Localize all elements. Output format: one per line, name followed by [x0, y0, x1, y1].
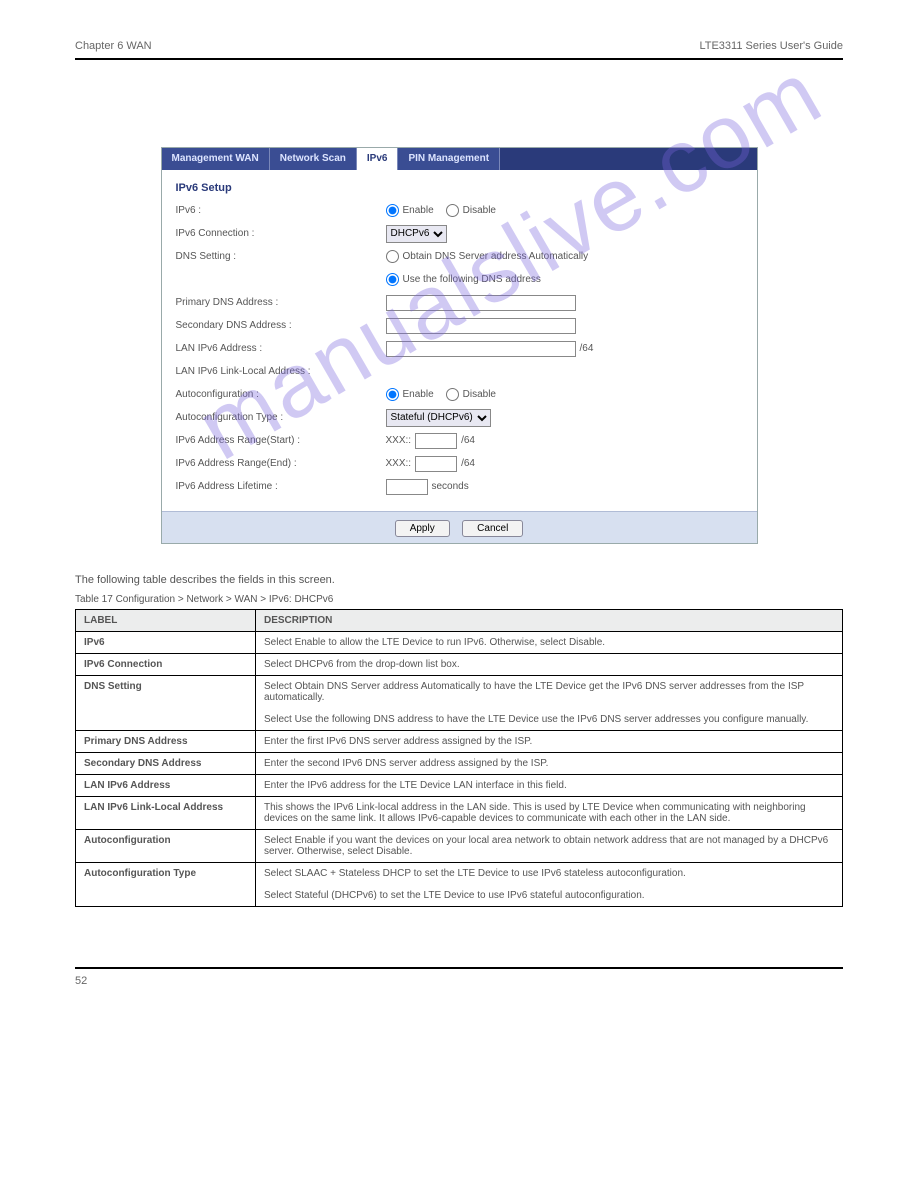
- table-row: Primary DNS AddressEnter the first IPv6 …: [76, 730, 843, 752]
- th-description: DESCRIPTION: [256, 609, 843, 631]
- lifetime-input[interactable]: [386, 479, 428, 495]
- pdns-label: Primary DNS Address :: [176, 297, 386, 308]
- table-cell-desc: Select DHCPv6 from the drop-down list bo…: [256, 653, 843, 675]
- config-panel: Management WAN Network Scan IPv6 PIN Man…: [161, 147, 758, 544]
- ipv6-label: IPv6 :: [176, 205, 386, 216]
- table-cell-desc: Select Enable to allow the LTE Device to…: [256, 631, 843, 653]
- enable-text: Enable: [403, 205, 434, 216]
- tab-pin-management[interactable]: PIN Management: [398, 148, 500, 170]
- page-header: Chapter 6 WAN LTE3311 Series User's Guid…: [75, 30, 843, 60]
- table-cell-desc: Enter the IPv6 address for the LTE Devic…: [256, 774, 843, 796]
- table-title: Table 17 Configuration > Network > WAN >…: [75, 594, 843, 605]
- dns-manual-text: Use the following DNS address: [403, 274, 541, 285]
- auto-label: Autoconfiguration :: [176, 389, 386, 400]
- table-cell-label: Secondary DNS Address: [76, 752, 256, 774]
- lan-suffix: /64: [580, 343, 594, 354]
- primary-dns-input[interactable]: [386, 295, 576, 311]
- disable-text: Disable: [463, 205, 496, 216]
- table-row: LAN IPv6 Link-Local AddressThis shows th…: [76, 796, 843, 829]
- dns-label: DNS Setting :: [176, 251, 386, 262]
- th-label: LABEL: [76, 609, 256, 631]
- autoconfig-enable-radio[interactable]: [386, 388, 399, 401]
- cancel-button[interactable]: Cancel: [462, 520, 523, 537]
- autoconfig-type-select[interactable]: Stateful (DHCPv6): [386, 409, 491, 427]
- lan-ipv6-input[interactable]: [386, 341, 576, 357]
- header-right: LTE3311 Series User's Guide: [699, 40, 843, 52]
- table-cell-desc: Select SLAAC + Stateless DHCP to set the…: [256, 862, 843, 906]
- table-cell-label: LAN IPv6 Link-Local Address: [76, 796, 256, 829]
- table-row: AutoconfigurationSelect Enable if you wa…: [76, 829, 843, 862]
- panel-body: IPv6 Setup IPv6 : Enable Disable IPv6 Co…: [162, 170, 757, 511]
- xxx-prefix-end: XXX::: [386, 458, 412, 469]
- autoconfig-disable-radio[interactable]: [446, 388, 459, 401]
- table-cell-label: IPv6 Connection: [76, 653, 256, 675]
- intro-text: DHCPv6 allows the LTE Device to obtain a…: [75, 100, 843, 117]
- range-start-input[interactable]: [415, 433, 457, 449]
- lifetime-label: IPv6 Address Lifetime :: [176, 481, 386, 492]
- table-cell-desc: Select Enable if you want the devices on…: [256, 829, 843, 862]
- lan-label: LAN IPv6 Address :: [176, 343, 386, 354]
- table-cell-desc: Enter the first IPv6 DNS server address …: [256, 730, 843, 752]
- sdns-label: Secondary DNS Address :: [176, 320, 386, 331]
- ipv6-connection-select[interactable]: DHCPv6: [386, 225, 447, 243]
- table-cell-desc: Select Obtain DNS Server address Automat…: [256, 675, 843, 730]
- range-end-input[interactable]: [415, 456, 457, 472]
- table-row: IPv6 ConnectionSelect DHCPv6 from the dr…: [76, 653, 843, 675]
- section-title: IPv6 Setup: [176, 182, 743, 194]
- table-cell-label: LAN IPv6 Address: [76, 774, 256, 796]
- table-cell-desc: Enter the second IPv6 DNS server address…: [256, 752, 843, 774]
- table-cell-desc: This shows the IPv6 Link-local address i…: [256, 796, 843, 829]
- ipv6-disable-radio[interactable]: [446, 204, 459, 217]
- table-row: Secondary DNS AddressEnter the second IP…: [76, 752, 843, 774]
- table-row: DNS SettingSelect Obtain DNS Server addr…: [76, 675, 843, 730]
- header-left: Chapter 6 WAN: [75, 40, 152, 52]
- range-end-label: IPv6 Address Range(End) :: [176, 458, 386, 469]
- dns-auto-text: Obtain DNS Server address Automatically: [403, 251, 589, 262]
- page-footer: 52: [75, 967, 843, 1007]
- description-table: LABEL DESCRIPTION IPv6Select Enable to a…: [75, 609, 843, 907]
- table-cell-label: Primary DNS Address: [76, 730, 256, 752]
- range-start-label: IPv6 Address Range(Start) :: [176, 435, 386, 446]
- tab-network-scan[interactable]: Network Scan: [270, 148, 357, 170]
- autotype-label: Autoconfiguration Type :: [176, 412, 386, 423]
- secondary-dns-input[interactable]: [386, 318, 576, 334]
- table-row: IPv6Select Enable to allow the LTE Devic…: [76, 631, 843, 653]
- seconds-text: seconds: [432, 481, 469, 492]
- table-cell-label: DNS Setting: [76, 675, 256, 730]
- lanll-label: LAN IPv6 Link-Local Address :: [176, 366, 386, 377]
- table-cell-label: Autoconfiguration Type: [76, 862, 256, 906]
- tab-ipv6[interactable]: IPv6: [357, 148, 399, 170]
- button-bar: Apply Cancel: [162, 511, 757, 543]
- footer-left: 52: [75, 975, 87, 987]
- table-cell-label: IPv6: [76, 631, 256, 653]
- range-start-suffix: /64: [461, 435, 475, 446]
- ipv6-enable-radio[interactable]: [386, 204, 399, 217]
- tab-bar: Management WAN Network Scan IPv6 PIN Man…: [162, 148, 757, 170]
- tab-bar-fill: [500, 148, 756, 170]
- tab-management-wan[interactable]: Management WAN: [162, 148, 270, 170]
- apply-button[interactable]: Apply: [395, 520, 450, 537]
- conn-label: IPv6 Connection :: [176, 228, 386, 239]
- table-cell-label: Autoconfiguration: [76, 829, 256, 862]
- xxx-prefix-start: XXX::: [386, 435, 412, 446]
- range-end-suffix: /64: [461, 458, 475, 469]
- dns-auto-radio[interactable]: [386, 250, 399, 263]
- table-row: LAN IPv6 AddressEnter the IPv6 address f…: [76, 774, 843, 796]
- table-row: Autoconfiguration TypeSelect SLAAC + Sta…: [76, 862, 843, 906]
- table-caption: The following table describes the fields…: [75, 574, 843, 586]
- dns-manual-radio[interactable]: [386, 273, 399, 286]
